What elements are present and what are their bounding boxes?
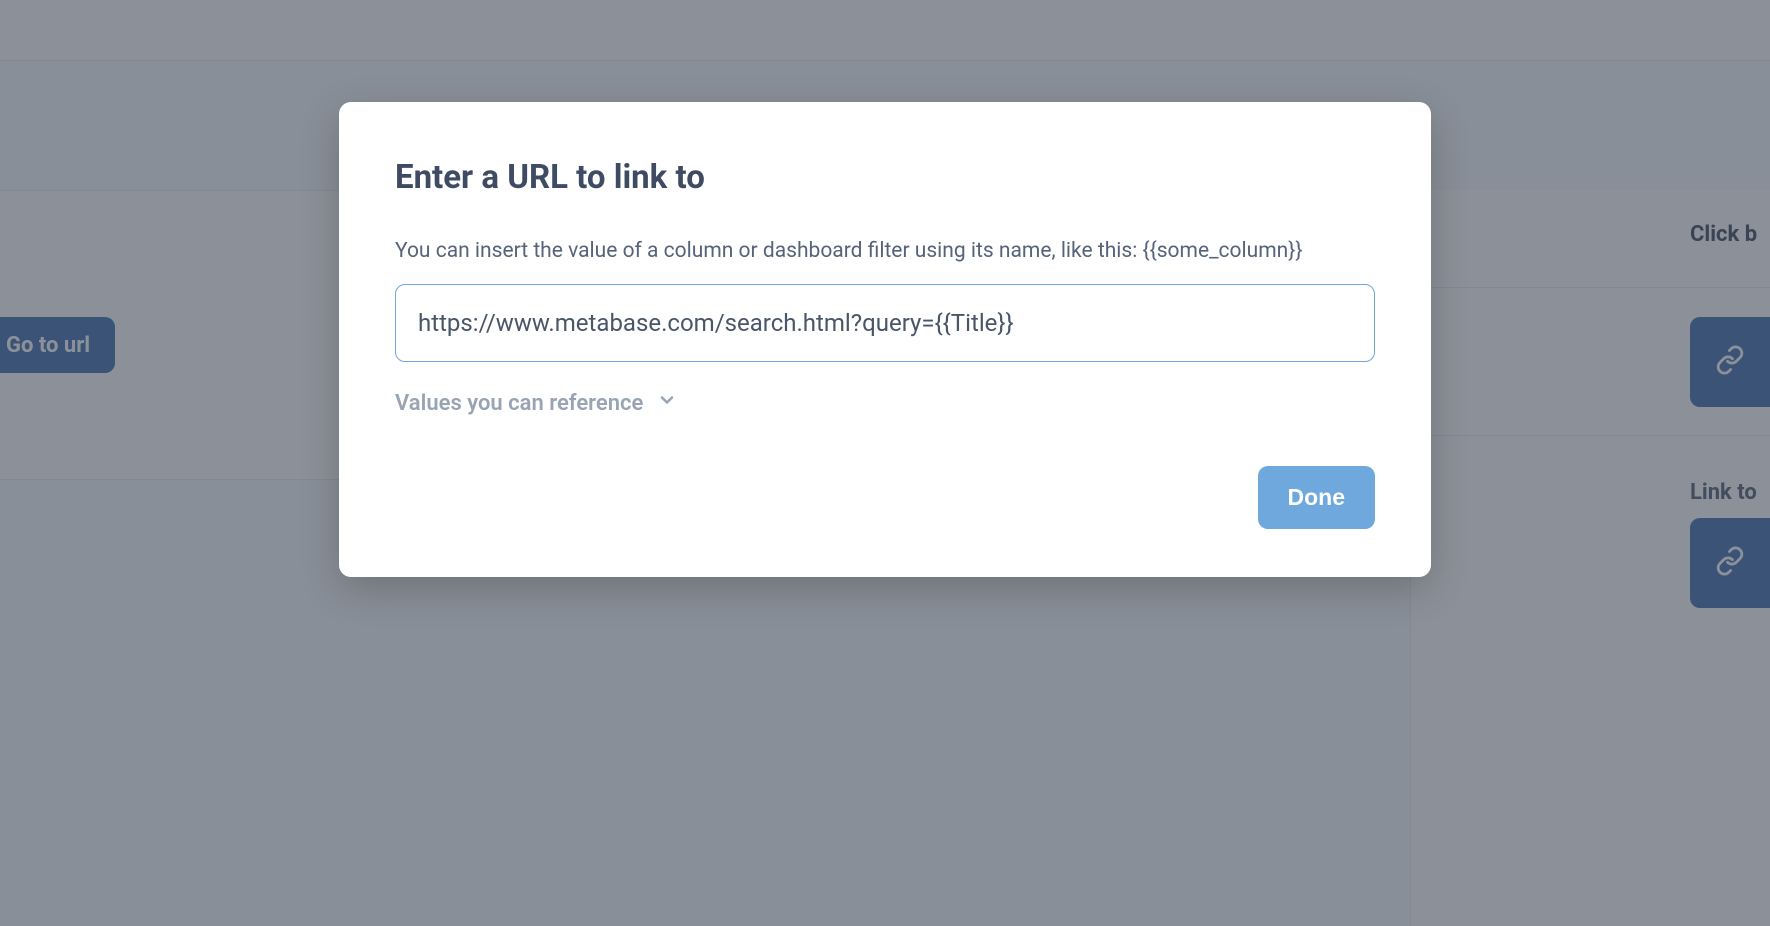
modal-footer: Done bbox=[395, 466, 1375, 529]
chevron-down-icon bbox=[657, 390, 677, 416]
values-reference-label: Values you can reference bbox=[395, 391, 643, 416]
url-link-modal: Enter a URL to link to You can insert th… bbox=[339, 102, 1431, 577]
modal-title: Enter a URL to link to bbox=[395, 158, 1375, 197]
url-input[interactable] bbox=[395, 284, 1375, 362]
values-reference-toggle[interactable]: Values you can reference bbox=[395, 390, 1375, 416]
modal-help-text: You can insert the value of a column or … bbox=[395, 237, 1375, 266]
modal-overlay[interactable]: Enter a URL to link to You can insert th… bbox=[0, 0, 1770, 926]
done-button[interactable]: Done bbox=[1258, 466, 1376, 529]
